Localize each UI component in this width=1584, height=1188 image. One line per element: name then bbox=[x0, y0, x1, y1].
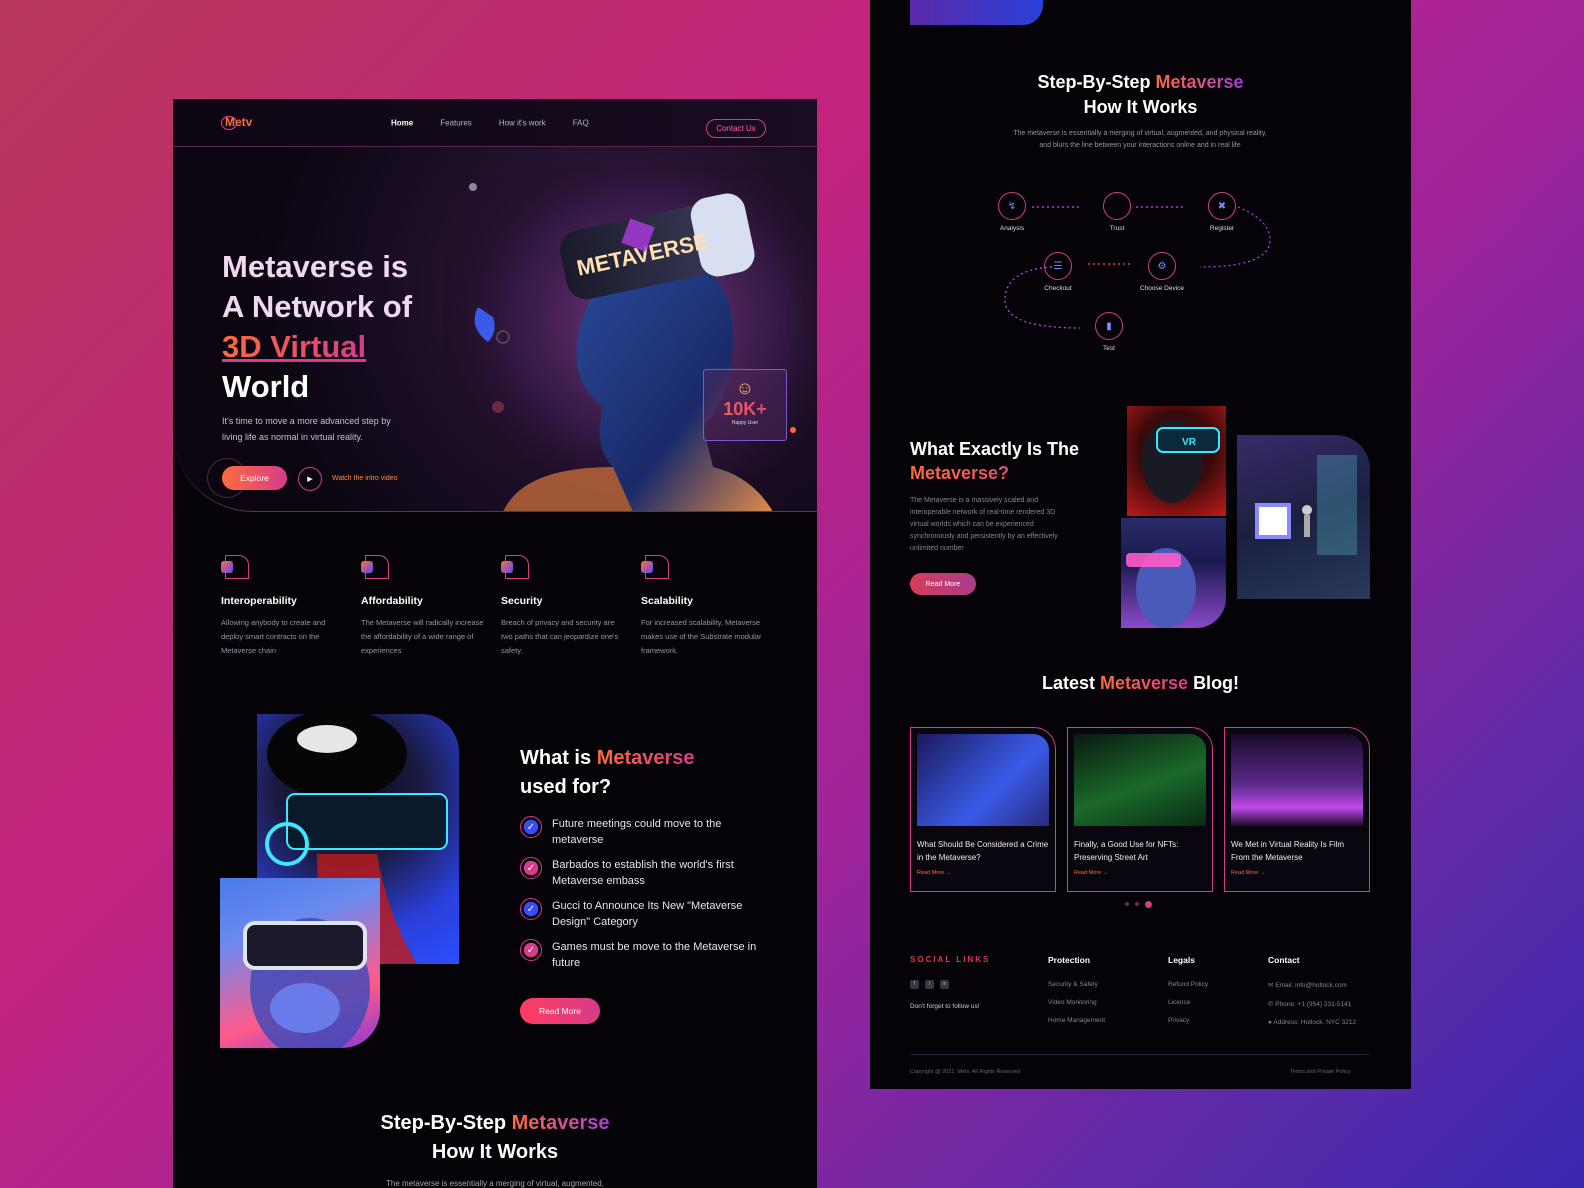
carousel-dot[interactable] bbox=[1135, 902, 1139, 906]
step-checkout: ☰ Checkout bbox=[1028, 252, 1088, 292]
landing-page-left: Metv Home Features How it's work FAQ Con… bbox=[173, 99, 817, 1188]
list-item: ✓ Future meetings could move to the metav… bbox=[520, 816, 770, 848]
terms-link[interactable]: Terms and Private Policy bbox=[1290, 1069, 1351, 1075]
carousel-dot[interactable] bbox=[1125, 902, 1129, 906]
nav-links: Home Features How it's work FAQ bbox=[391, 119, 589, 128]
svg-text:VR: VR bbox=[1182, 437, 1197, 448]
steps-subtitle: The metaverse is essentially a merging o… bbox=[1013, 130, 1267, 149]
usedfor-read-more-button[interactable]: Read More bbox=[520, 998, 600, 1024]
nav-features[interactable]: Features bbox=[440, 119, 472, 128]
step-test: ▮ Test bbox=[1079, 312, 1139, 352]
feature-security: Security Breach of privacy and security … bbox=[501, 555, 627, 658]
blog-card[interactable]: We Met in Virtual Reality Is Film From t… bbox=[1224, 727, 1370, 892]
play-icon[interactable]: ▶ bbox=[298, 467, 322, 491]
trust-icon bbox=[1103, 192, 1131, 220]
feature-interoperability: Interoperability Allowing anybody to cre… bbox=[221, 555, 347, 658]
blog-image bbox=[917, 734, 1049, 826]
blog-image bbox=[1231, 734, 1363, 826]
step-trust: Trust bbox=[1087, 192, 1147, 232]
blog-card[interactable]: Finally, a Good Use for NFTs: Preserving… bbox=[1067, 727, 1213, 892]
interoperability-icon bbox=[221, 555, 249, 579]
gear-icon: ⚙ bbox=[1148, 252, 1176, 280]
blog-card[interactable]: What Should Be Considered a Crime in the… bbox=[910, 727, 1056, 892]
top-image-fragment bbox=[910, 0, 1043, 25]
check-icon: ✓ bbox=[520, 857, 542, 879]
read-more-link[interactable]: Read More → bbox=[1231, 870, 1363, 876]
steps-title: Step-By-Step Metaverse How It Works bbox=[1037, 72, 1244, 117]
smile-icon: ☺ bbox=[735, 378, 755, 398]
watch-intro-link[interactable]: Watch the intro video bbox=[332, 475, 398, 482]
email-icon: ✉ bbox=[1268, 982, 1274, 989]
contact-button[interactable]: Contact Us bbox=[706, 119, 766, 138]
read-more-link[interactable]: Read More → bbox=[1074, 870, 1206, 876]
affordability-icon bbox=[361, 555, 389, 579]
facebook-icon[interactable]: f bbox=[910, 980, 919, 989]
usedfor-title: What is Metaverse used for? bbox=[520, 747, 695, 798]
footer-contact: Contact ✉ Email: info@hotlock.com ✆ Phon… bbox=[1268, 955, 1357, 1026]
blog-image bbox=[1074, 734, 1206, 826]
check-icon: ✓ bbox=[520, 898, 542, 920]
analysis-icon: ↯ bbox=[998, 192, 1026, 220]
hero-section: Metaverse is A Network of 3D Virtual Wor… bbox=[173, 147, 817, 512]
hero-subtitle: It's time to move a more advanced step b… bbox=[222, 416, 391, 442]
footer-legals: Legals Refund Policy Licence Privacy bbox=[1168, 955, 1209, 1024]
step-register: ✖ Register bbox=[1192, 192, 1252, 232]
twitter-icon[interactable]: t bbox=[925, 980, 934, 989]
checkout-icon: ☰ bbox=[1044, 252, 1072, 280]
steps-subtitle-left: The metaverse is essentially a merging o… bbox=[386, 1179, 604, 1188]
test-icon: ▮ bbox=[1095, 312, 1123, 340]
linkedin-icon[interactable]: in bbox=[940, 980, 949, 989]
logo[interactable]: Metv bbox=[221, 115, 252, 130]
vr-user-image bbox=[220, 878, 380, 1048]
footer-divider bbox=[910, 1054, 1370, 1055]
blog-title: Latest Metaverse Blog! bbox=[1041, 673, 1240, 693]
features-row: Interoperability Allowing anybody to cre… bbox=[221, 555, 781, 658]
usedfor-images bbox=[220, 714, 460, 1054]
register-icon: ✖ bbox=[1208, 192, 1236, 220]
what-read-more-button[interactable]: Read More bbox=[910, 573, 976, 595]
list-item: ✓ Barbados to establish the world's first… bbox=[520, 857, 770, 889]
read-more-link[interactable]: Read More → bbox=[917, 870, 1049, 876]
steps-title-left: Step-By-Step Metaverse How It Works bbox=[380, 1112, 610, 1163]
nav-home[interactable]: Home bbox=[391, 119, 413, 128]
nav-how-it-works[interactable]: How it's work bbox=[499, 119, 546, 128]
nav-faq[interactable]: FAQ bbox=[573, 119, 589, 128]
hero-title: Metaverse is A Network of 3D Virtual Wor… bbox=[222, 249, 413, 404]
feature-affordability: Affordability The Metaverse will radical… bbox=[361, 555, 487, 658]
top-nav: Metv Home Features How it's work FAQ Con… bbox=[173, 99, 817, 147]
blog-cards: What Should Be Considered a Crime in the… bbox=[910, 727, 1370, 892]
step-choose-device: ⚙ Choose Device bbox=[1132, 252, 1192, 292]
vr-bust-illustration: METAVERSE bbox=[443, 167, 817, 511]
feature-scalability: Scalability For increased scalability, M… bbox=[641, 555, 767, 658]
what-exactly-text: The Metaverse is a massively scaled and … bbox=[910, 497, 1058, 552]
check-icon: ✓ bbox=[520, 816, 542, 838]
footer-social: SOCIAL LINKS f t in Don't forget to foll… bbox=[910, 955, 991, 1010]
vr-glow-portrait-image bbox=[1121, 518, 1226, 628]
explore-button[interactable]: Explore bbox=[222, 466, 287, 490]
happy-users-badge: ☺ 10K+ Happy User bbox=[703, 369, 787, 441]
steps-flow-diagram: ↯ Analysis Trust ✖ Register ☰ Checkout ⚙ Cho… bbox=[870, 180, 1411, 370]
list-item: ✓ Games must be move to the Metaverse in … bbox=[520, 939, 770, 971]
location-icon: ● bbox=[1268, 1019, 1272, 1026]
landing-page-right: Step-By-Step Metaverse How It Works The … bbox=[870, 0, 1411, 1089]
carousel-dot-active[interactable] bbox=[1145, 900, 1152, 908]
scalability-icon bbox=[641, 555, 669, 579]
phone-icon: ✆ bbox=[1268, 1001, 1274, 1008]
list-item: ✓ Gucci to Announce Its New "Metaverse De… bbox=[520, 898, 770, 930]
what-exactly-title: What Exactly Is The Metaverse? bbox=[910, 439, 1080, 483]
check-icon: ✓ bbox=[520, 939, 542, 961]
footer-protection: Protection Security & Safety Video Monit… bbox=[1048, 955, 1106, 1024]
virtual-room-image bbox=[1237, 435, 1370, 599]
carousel-dots bbox=[1125, 900, 1152, 908]
step-analysis: ↯ Analysis bbox=[982, 192, 1042, 232]
security-shield-icon bbox=[501, 555, 529, 579]
vr-robot-image: VR bbox=[1127, 406, 1226, 516]
usedfor-list: ✓ Future meetings could move to the metav… bbox=[520, 816, 770, 980]
copyright: Copyright @ 2021. Metv. All Rights Reser… bbox=[910, 1069, 1021, 1075]
